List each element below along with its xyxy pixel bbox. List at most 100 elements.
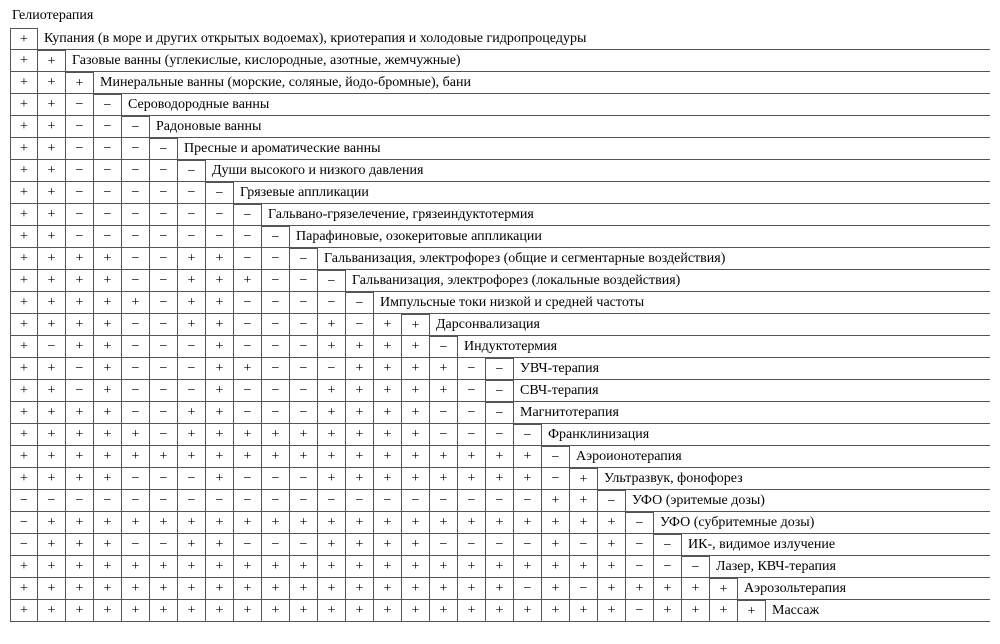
grid-cell: + [94, 600, 122, 622]
grid-cell: + [66, 600, 94, 622]
grid-cell: + [10, 358, 38, 380]
grid-cell: + [234, 270, 262, 292]
grid-cell: + [122, 446, 150, 468]
grid-cell: + [402, 336, 430, 358]
grid-cell: + [206, 468, 234, 490]
grid-row: −−−−−−−−−−−−−−−−−−−++−УФО (эритемые дозы… [10, 490, 990, 512]
row-label: УВЧ-терапия [514, 358, 990, 380]
grid-cell: + [10, 116, 38, 138]
grid-cell: − [94, 182, 122, 204]
grid-cell: + [458, 446, 486, 468]
grid-cell: + [10, 446, 38, 468]
grid-cell: + [234, 600, 262, 622]
grid-cell: + [94, 402, 122, 424]
grid-row: ++−−−−−−−−Парафиновые, озокеритовые аппл… [10, 226, 990, 248]
grid-cell: + [234, 424, 262, 446]
grid-cell: − [150, 314, 178, 336]
grid-cell: + [542, 490, 570, 512]
grid-cell: − [122, 116, 150, 138]
grid-row: ++++++++++++++++++++++−−−Лазер, КВЧ-тера… [10, 556, 990, 578]
grid-cell: + [486, 468, 514, 490]
grid-cell: − [38, 490, 66, 512]
grid-cell: − [66, 94, 94, 116]
grid-row: ++++−−++−−−++++−−−Магнитотерапия [10, 402, 990, 424]
grid-row: ++++−−++−−−+−++Дарсонвализация [10, 314, 990, 336]
grid-row: ++−−−Радоновые ванны [10, 116, 990, 138]
grid-cell: + [430, 578, 458, 600]
grid-cell: + [542, 512, 570, 534]
grid-cell: + [374, 358, 402, 380]
grid-cell: + [346, 578, 374, 600]
grid-cell: − [262, 402, 290, 424]
grid-cell: − [66, 116, 94, 138]
grid-cell: − [10, 534, 38, 556]
grid-cell: + [402, 402, 430, 424]
grid-cell: − [514, 534, 542, 556]
grid-cell: − [458, 490, 486, 512]
grid-cell: − [290, 292, 318, 314]
grid-cell: + [94, 358, 122, 380]
grid-cell: − [290, 402, 318, 424]
grid-cell: − [66, 182, 94, 204]
grid-cell: + [570, 468, 598, 490]
grid-cell: + [514, 468, 542, 490]
grid-cell: + [486, 512, 514, 534]
grid-cell: − [206, 226, 234, 248]
grid-cell: + [234, 512, 262, 534]
grid-cell: + [262, 424, 290, 446]
grid-cell: + [598, 578, 626, 600]
row-label: Дарсонвализация [430, 314, 990, 336]
grid-cell: + [486, 446, 514, 468]
grid-cell: + [318, 512, 346, 534]
grid-cell: + [346, 424, 374, 446]
grid-row: ++++−−+++−−−Гальванизация, электрофорез … [10, 270, 990, 292]
grid-cell: − [178, 490, 206, 512]
grid-cell: − [94, 490, 122, 512]
grid-cell: + [66, 402, 94, 424]
grid-cell: + [206, 314, 234, 336]
grid-cell: + [318, 424, 346, 446]
grid-cell: + [206, 578, 234, 600]
grid-cell: + [374, 314, 402, 336]
grid-cell: − [178, 380, 206, 402]
grid-cell: − [262, 490, 290, 512]
grid-cell: − [290, 336, 318, 358]
grid-cell: + [514, 600, 542, 622]
grid-cell: + [38, 402, 66, 424]
grid-cell: − [290, 490, 318, 512]
grid-cell: − [290, 534, 318, 556]
grid-cell: + [10, 424, 38, 446]
grid-cell: − [94, 138, 122, 160]
grid-row: +++++−+++++++++−−−−Франклинизация [10, 424, 990, 446]
grid-cell: + [10, 204, 38, 226]
grid-cell: − [122, 204, 150, 226]
grid-cell: − [122, 358, 150, 380]
grid-row: ++−−−−Пресные и ароматические ванны [10, 138, 990, 160]
grid-cell: − [234, 226, 262, 248]
grid-cell: + [178, 534, 206, 556]
grid-cell: − [430, 490, 458, 512]
grid-cell: + [234, 578, 262, 600]
grid-row: −+++−−++−−−++++−−−−+−+−−ИК-, видимое изл… [10, 534, 990, 556]
grid-cell: − [262, 534, 290, 556]
grid-cell: − [10, 512, 38, 534]
grid-cell: + [290, 424, 318, 446]
grid-cell: − [66, 138, 94, 160]
grid-cell: − [150, 490, 178, 512]
grid-cell: + [38, 226, 66, 248]
grid-cell: − [430, 424, 458, 446]
grid-cell: + [542, 534, 570, 556]
grid-cell: + [38, 160, 66, 182]
grid-cell: − [402, 490, 430, 512]
grid-cell: + [10, 248, 38, 270]
grid-cell: − [514, 424, 542, 446]
grid-cell: − [570, 534, 598, 556]
grid-cell: − [346, 314, 374, 336]
grid-cell: − [150, 248, 178, 270]
grid-cell: − [290, 468, 318, 490]
grid-cell: − [290, 270, 318, 292]
row-label: Магнитотерапия [514, 402, 990, 424]
grid-cell: + [10, 138, 38, 160]
grid-row: +++++−++−−−−−Импульсные токи низкой и ср… [10, 292, 990, 314]
grid-row: ++−+−−−+−−−+++++−−СВЧ-терапия [10, 380, 990, 402]
